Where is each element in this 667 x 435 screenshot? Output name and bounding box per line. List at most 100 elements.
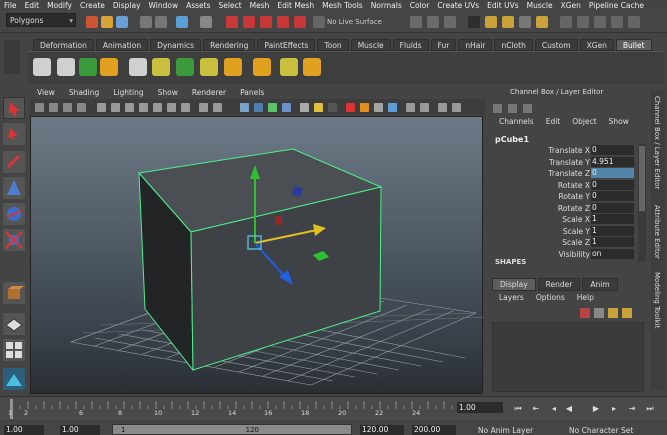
menu-create-uvs[interactable]: Create UVs (433, 1, 483, 10)
attribute-value-field[interactable]: 0 (591, 145, 634, 155)
cube-pcube1[interactable] (138, 148, 383, 372)
save-scene-icon[interactable] (116, 16, 128, 28)
anim-layer-dropdown[interactable]: No Anim Layer (478, 426, 533, 435)
channel-box-toggle-icon[interactable] (493, 104, 502, 113)
new-scene-icon[interactable] (86, 16, 98, 28)
gate-mask-icon[interactable] (139, 103, 148, 112)
attribute-row[interactable]: Rotate X0 (493, 179, 638, 191)
camera-center-icon[interactable] (199, 103, 208, 112)
shelf-tab-fur[interactable]: Fur (430, 39, 457, 51)
render-current-frame-icon[interactable] (485, 16, 497, 28)
shelf-tab-custom[interactable]: Custom (534, 39, 578, 51)
default-lighting-icon[interactable] (300, 103, 309, 112)
shelf-tab-ncloth[interactable]: nCloth (494, 39, 533, 51)
layout-single-icon[interactable] (3, 313, 25, 335)
layer-menu-layers[interactable]: Layers (493, 293, 530, 302)
layer-menu-options[interactable]: Options (530, 293, 571, 302)
mode-dropdown[interactable]: Polygons (6, 13, 76, 27)
passive-rigid-body-icon[interactable] (79, 58, 97, 76)
layout-four-view-icon[interactable] (3, 339, 25, 361)
ipr-render-icon[interactable] (502, 16, 514, 28)
smooth-shade-icon[interactable] (254, 103, 263, 112)
isolate-select-icon[interactable] (406, 103, 415, 112)
select-bullet-object-icon[interactable] (280, 58, 298, 76)
resolution-gate-icon[interactable] (125, 103, 134, 112)
menu-modify[interactable]: Modify (43, 1, 76, 10)
menu-edit[interactable]: Edit (21, 1, 44, 10)
menu-color[interactable]: Color (406, 1, 434, 10)
shelf-tab-xgen[interactable]: XGen (579, 39, 614, 51)
shelf-tab-toon[interactable]: Toon (317, 39, 349, 51)
point-constraint-icon[interactable] (176, 58, 194, 76)
snap-to-view-plane-icon[interactable] (277, 16, 289, 28)
film-gate-icon[interactable] (111, 103, 120, 112)
shelf-tab-muscle[interactable]: Muscle (350, 39, 391, 51)
construction-history-icon[interactable] (444, 16, 456, 28)
go-to-end-icon[interactable]: ⏭ (645, 404, 655, 414)
channel-menu-show[interactable]: Show (603, 117, 635, 126)
render-view-icon[interactable] (468, 16, 480, 28)
attribute-value-field[interactable]: 1 (591, 237, 634, 247)
attribute-row[interactable]: Scale Y1 (493, 225, 638, 237)
attribute-value-field[interactable]: 0 (591, 202, 634, 213)
shelf-tab-rendering[interactable]: Rendering (203, 39, 256, 51)
selection-mask-icon[interactable] (200, 16, 212, 28)
grid-toggle-icon[interactable] (97, 103, 106, 112)
shelf-tab-animation[interactable]: Animation (95, 39, 149, 51)
snap-to-point-icon[interactable] (260, 16, 272, 28)
snap-to-grid-icon[interactable] (226, 16, 238, 28)
start-time-field[interactable]: 1.00 (4, 425, 44, 435)
bullet-solver-icon[interactable] (33, 58, 51, 76)
attribute-value-field[interactable]: 1 (591, 214, 634, 224)
new-empty-layer-icon[interactable] (608, 308, 618, 318)
attribute-value-field[interactable]: on (591, 248, 634, 259)
step-back-key-icon[interactable]: ⇤ (531, 404, 541, 414)
channel-box-scrollbar[interactable] (638, 144, 646, 262)
select-object-icon[interactable] (155, 16, 167, 28)
pan-zoom-icon[interactable] (213, 103, 222, 112)
motion-blur-icon[interactable] (360, 103, 369, 112)
lasso-tool-icon[interactable] (3, 123, 25, 145)
shelf-tab-deformation[interactable]: Deformation (33, 39, 94, 51)
menu-select[interactable]: Select (215, 1, 246, 10)
attribute-row[interactable]: Rotate Z0 (493, 202, 638, 214)
sidebar-toggle-icon[interactable] (560, 16, 572, 28)
screen-space-ao-icon[interactable] (346, 103, 355, 112)
select-component-icon[interactable] (176, 16, 188, 28)
attribute-value-field[interactable]: 4.951 (591, 156, 634, 167)
attribute-row[interactable]: Translate X0 (493, 145, 638, 156)
move-layer-up-icon[interactable] (580, 308, 590, 318)
attribute-row[interactable]: Translate Y 4.951 (493, 156, 638, 168)
channel-menu-channels[interactable]: Channels (493, 117, 540, 126)
anti-aliasing-icon[interactable] (374, 103, 383, 112)
shelf-tab-fluids[interactable]: Fluids (392, 39, 429, 51)
move-tool-icon[interactable] (3, 177, 25, 199)
hinge-constraint-icon[interactable] (200, 58, 218, 76)
select-hierarchy-icon[interactable] (140, 16, 152, 28)
tool-settings-toggle-icon[interactable] (611, 16, 623, 28)
side-tab-channel-box[interactable]: Channel Box / Layer Editor (653, 96, 661, 189)
menu-muscle[interactable]: Muscle (523, 1, 557, 10)
side-tab-modeling-toolkit[interactable]: Modeling Toolkit (653, 272, 661, 328)
safe-action-icon[interactable] (167, 103, 176, 112)
attribute-value-field[interactable]: 1 (591, 225, 634, 236)
viewport-menu-panels[interactable]: Panels (233, 87, 271, 99)
go-to-start-icon[interactable]: ⏮ (513, 404, 523, 414)
field-chart-icon[interactable] (153, 103, 162, 112)
layer-tab-render[interactable]: Render (537, 278, 581, 291)
viewport-menu-shading[interactable]: Shading (62, 87, 106, 99)
layer-menu-help[interactable]: Help (571, 293, 600, 302)
safe-title-icon[interactable] (181, 103, 190, 112)
xray-joints-icon[interactable] (438, 103, 447, 112)
select-camera-icon[interactable] (35, 103, 44, 112)
playback-end-field[interactable]: 120.00 (360, 425, 404, 435)
attribute-row[interactable]: Scale X1 (493, 214, 638, 225)
playback-start-field[interactable]: 1.00 (60, 425, 100, 435)
menu-mesh[interactable]: Mesh (246, 1, 274, 10)
attribute-value-field[interactable]: 0 (591, 191, 634, 201)
hypershade-icon[interactable] (536, 16, 548, 28)
wireframe-icon[interactable] (240, 103, 249, 112)
menu-create[interactable]: Create (76, 1, 109, 10)
viewport-menu-view[interactable]: View (30, 87, 62, 99)
menu-assets[interactable]: Assets (182, 1, 214, 10)
